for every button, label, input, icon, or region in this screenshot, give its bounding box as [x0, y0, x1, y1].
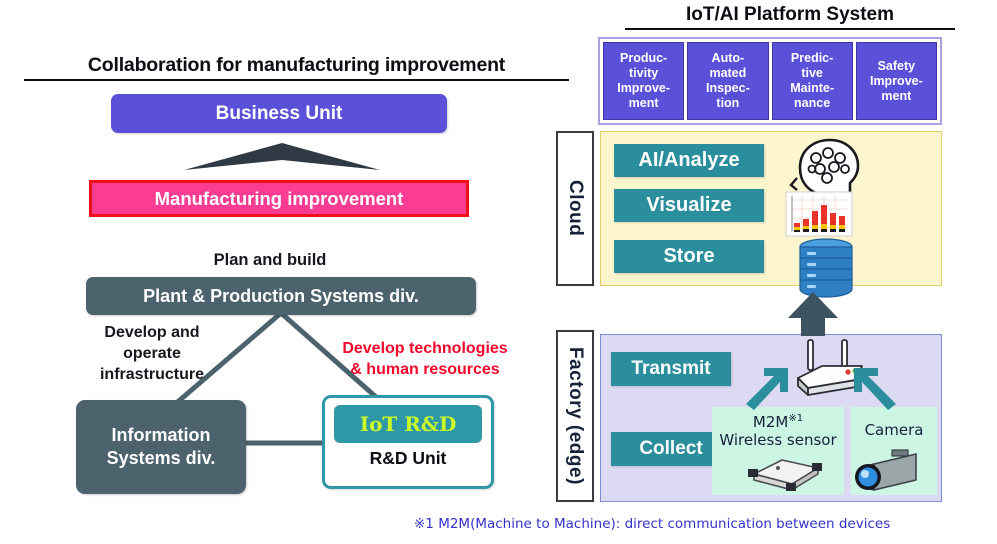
rnd-unit-label: R&D Unit [369, 448, 447, 468]
chip-visualize: Visualize [614, 189, 764, 222]
use-case-automated-inspection: Auto- mated Inspec- tion [687, 42, 769, 120]
right-section-heading: IoT/AI Platform System [625, 4, 955, 30]
chip-transmit: Transmit [611, 352, 731, 386]
factory-to-cloud-arrow-icon [788, 292, 838, 336]
use-case-productivity: Produc- tivity Improve- ment [603, 42, 685, 120]
iot-rnd-chip: IoT R&D [334, 405, 482, 443]
plant-production-systems-box: Plant & Production Systems div. [86, 277, 476, 315]
camera-device-caption: Camera [864, 421, 924, 439]
m2m-device-subcaption: Wireless sensor [719, 431, 837, 449]
chip-store: Store [614, 240, 764, 273]
use-case-strip: Produc- tivity Improve- ment Auto- mated… [598, 37, 942, 125]
m2m-device-name: M2M [752, 413, 789, 431]
m2m-device-caption: M2M※1 Wireless sensor [712, 410, 844, 449]
information-systems-box: Information Systems div. [76, 400, 246, 494]
m2m-footnote-marker: ※1 [788, 413, 804, 424]
use-case-predictive-maintenance: Predic- tive Mainte- nance [771, 42, 853, 120]
chip-ai-analyze: AI/Analyze [614, 144, 764, 177]
use-case-safety-improvement: Safety Improve- ment [855, 42, 937, 120]
rnd-unit-box: IoT R&D R&D Unit [322, 395, 494, 489]
